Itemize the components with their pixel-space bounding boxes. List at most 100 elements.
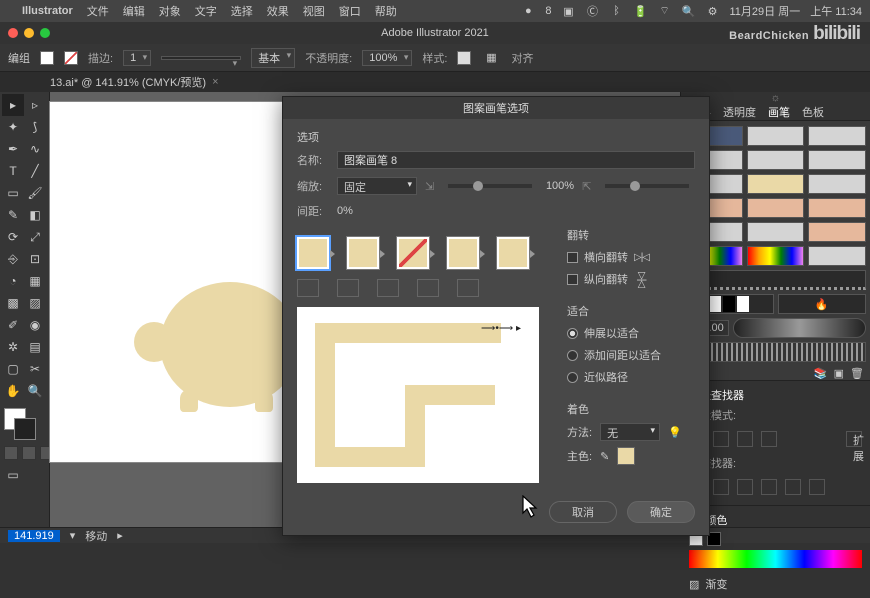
spacing-value[interactable]: 0% [337, 205, 353, 217]
menu-object[interactable]: 对象 [159, 3, 181, 19]
flip-vertical-checkbox[interactable]: 纵向翻转▷|◁ [567, 271, 695, 287]
gradient-tool[interactable]: ▨ [24, 292, 46, 314]
crop-icon[interactable] [761, 479, 777, 495]
cancel-button[interactable]: 取消 [549, 501, 617, 523]
minimize-window-icon[interactable] [24, 28, 34, 38]
brush-lib-icon[interactable]: 📚 [814, 367, 828, 380]
brush-name-input[interactable] [337, 151, 695, 169]
draw-behind-icon[interactable] [22, 446, 36, 460]
eyedropper-tool[interactable]: ✐ [2, 314, 24, 336]
artboard[interactable] [50, 102, 310, 462]
scale-tool[interactable]: ⤢ [24, 226, 46, 248]
screen-mode-icon[interactable]: ▭ [2, 464, 24, 486]
outer-corner-tile[interactable] [347, 237, 379, 269]
minus-front-icon[interactable] [713, 431, 729, 447]
app-name[interactable]: Illustrator [22, 5, 73, 17]
fit-icon-1[interactable] [297, 279, 319, 297]
c-icon[interactable]: Ⓒ [586, 4, 600, 18]
menu-edit[interactable]: 编辑 [123, 3, 145, 19]
minus-back-icon[interactable] [809, 479, 825, 495]
menu-select[interactable]: 选择 [231, 3, 253, 19]
opacity-dropdown[interactable]: 100% [362, 50, 412, 66]
menu-help[interactable]: 帮助 [375, 3, 397, 19]
end-tile[interactable] [497, 237, 529, 269]
lasso-tool[interactable]: ⟆ [24, 116, 46, 138]
merge-icon[interactable] [737, 479, 753, 495]
scale-slider-max[interactable] [605, 184, 689, 188]
expand-button[interactable]: 扩展 [846, 431, 862, 447]
chevron-down-icon[interactable]: ▾ [70, 529, 76, 542]
variable-width-dropdown[interactable]: 基本 [251, 48, 295, 68]
shaper-tool[interactable]: ✎ [2, 204, 24, 226]
direct-selection-tool[interactable]: ▹ [24, 94, 46, 116]
scale-link-left-icon[interactable]: ⇲ [425, 180, 434, 193]
outline-icon[interactable] [785, 479, 801, 495]
fill-swatch[interactable] [40, 51, 54, 65]
rectangle-tool[interactable]: ▭ [2, 182, 24, 204]
symbol-sprayer-tool[interactable]: ✲ [2, 336, 24, 358]
free-transform-tool[interactable]: ⊡ [24, 248, 46, 270]
camera-icon[interactable]: ▣ [562, 4, 576, 18]
tab-brushes[interactable]: 画笔 [768, 104, 790, 120]
menu-view[interactable]: 视图 [303, 3, 325, 19]
brightness-icon[interactable]: ☼ [770, 92, 780, 104]
zoom-window-icon[interactable] [40, 28, 50, 38]
pen-tool[interactable]: ✒ [2, 138, 24, 160]
delete-brush-icon[interactable]: 🗑 [850, 367, 864, 380]
width-tool[interactable]: ⎆ [2, 248, 24, 270]
document-tab[interactable]: 13.ai* @ 141.91% (CMYK/预览) × [0, 72, 870, 92]
shape-builder-tool[interactable]: ◔ [2, 270, 24, 292]
brush-definition-dropdown[interactable] [161, 56, 241, 60]
scale-link-right-icon[interactable]: ⇱ [582, 180, 591, 193]
time-label[interactable]: 上午 11:34 [810, 3, 862, 19]
paintbrush-tool[interactable]: 🖌 [24, 182, 46, 204]
mesh-tool[interactable]: ▩ [2, 292, 24, 314]
type-tool[interactable]: T [2, 160, 24, 182]
close-window-icon[interactable] [8, 28, 18, 38]
ok-button[interactable]: 确定 [627, 501, 695, 523]
menu-file[interactable]: 文件 [87, 3, 109, 19]
tab-transparency[interactable]: 透明度 [723, 104, 756, 120]
new-brush-icon[interactable]: ▣ [834, 367, 844, 380]
flip-horizontal-checkbox[interactable]: 横向翻转▷|◁ [567, 249, 695, 265]
color-spectrum[interactable] [689, 550, 862, 568]
start-tile[interactable] [447, 237, 479, 269]
line-tool[interactable]: ╱ [24, 160, 46, 182]
artboard-tool[interactable]: ▢ [2, 358, 24, 380]
perspective-tool[interactable]: ▦ [24, 270, 46, 292]
fit-icon-4[interactable] [417, 279, 439, 297]
side-tile[interactable] [297, 237, 329, 269]
colorization-method-dropdown[interactable]: 无 [600, 423, 660, 441]
draw-normal-icon[interactable] [4, 446, 18, 460]
bluetooth-icon[interactable]: ᛒ [610, 4, 624, 18]
menu-effect[interactable]: 效果 [267, 3, 289, 19]
stroke-weight-dropdown[interactable]: 1 [123, 50, 151, 66]
battery-icon[interactable]: 🔋 [634, 4, 648, 18]
blend-tool[interactable]: ◉ [24, 314, 46, 336]
search-icon[interactable]: 🔍 [682, 4, 696, 18]
trim-icon[interactable] [713, 479, 729, 495]
eyedropper-icon[interactable]: ✎ [600, 450, 609, 463]
keycolor-swatch[interactable] [617, 447, 635, 465]
fit-space-radio[interactable]: 添加间距以适合 [567, 347, 695, 363]
chevron-right-icon[interactable]: ▸ [117, 529, 123, 542]
scale-dropdown[interactable]: 固定 [337, 177, 417, 195]
align-icon[interactable]: ▦ [481, 48, 501, 68]
eraser-tool[interactable]: ◧ [24, 204, 46, 226]
zoom-level[interactable]: 141.919 [8, 530, 60, 542]
fit-icon-5[interactable] [457, 279, 479, 297]
fill-stroke-swatches[interactable] [2, 408, 46, 442]
tab-swatches[interactable]: 色板 [802, 104, 824, 120]
scale-slider-min[interactable] [448, 184, 532, 188]
magic-wand-tool[interactable]: ✦ [2, 116, 24, 138]
inner-corner-tile[interactable] [397, 237, 429, 269]
hand-tool[interactable]: ✋ [2, 380, 24, 402]
graph-tool[interactable]: ▤ [24, 336, 46, 358]
wifi-icon[interactable]: ⌔ [658, 4, 672, 18]
exclude-icon[interactable] [761, 431, 777, 447]
close-tab-icon[interactable]: × [212, 76, 218, 88]
scale-percent[interactable]: 100% [546, 180, 574, 192]
style-swatch[interactable] [457, 51, 471, 65]
status-info[interactable]: 移动 [85, 528, 107, 544]
fit-icon-3[interactable] [377, 279, 399, 297]
